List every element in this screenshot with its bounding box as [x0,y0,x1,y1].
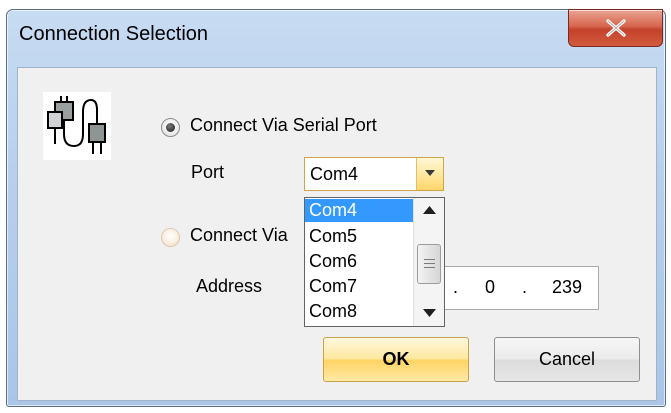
dropdown-scrollbar[interactable] [413,198,444,326]
window-title: Connection Selection [19,23,209,45]
dropdown-option-com8[interactable]: Com8 [305,300,413,323]
close-button[interactable] [568,9,663,47]
serial-port-radio[interactable] [161,118,180,137]
serial-port-radio-label: Connect Via Serial Port [190,115,377,135]
thumb-grip-line [424,259,435,260]
chevron-down-icon [425,170,435,176]
scroll-up-button[interactable] [414,198,444,223]
radio-selected-dot [166,123,175,132]
port-label: Port [191,162,225,182]
cancel-button[interactable]: Cancel [494,337,640,382]
port-dropdown-list: Com4 Com5 Com6 Com7 Com8 [304,197,445,327]
close-icon [606,19,626,37]
ok-button[interactable]: OK [323,337,469,382]
port-select-value: Com4 [310,164,359,184]
ok-button-label: OK [382,349,410,369]
network-radio-label: Connect Via [190,225,288,245]
port-select-dropdown-button[interactable] [416,158,443,190]
ip-separator: . [453,277,459,297]
ip-octet[interactable]: 239 [552,277,582,298]
thumb-grip-line [424,263,435,264]
dropdown-option-com5[interactable]: Com5 [305,225,413,248]
dropdown-option-com7[interactable]: Com7 [305,275,413,298]
scroll-down-button[interactable] [414,301,444,326]
ip-separator: . [522,277,528,297]
port-select[interactable]: Com4 [304,157,444,191]
scroll-down-arrow-icon [423,309,436,317]
scrollbar-thumb[interactable] [417,244,441,284]
serial-connection-icon [43,92,111,160]
cancel-button-label: Cancel [538,349,596,369]
ip-address-field[interactable]: . 0 . 239 [440,266,599,310]
dropdown-option-com6[interactable]: Com6 [305,250,413,273]
thumb-grip-line [424,267,435,268]
dropdown-option-com4[interactable]: Com4 [305,199,413,222]
scroll-up-arrow-icon [423,206,436,214]
ip-octet[interactable]: 0 [485,277,495,298]
network-radio[interactable] [161,228,180,247]
address-label: Address [196,276,263,296]
